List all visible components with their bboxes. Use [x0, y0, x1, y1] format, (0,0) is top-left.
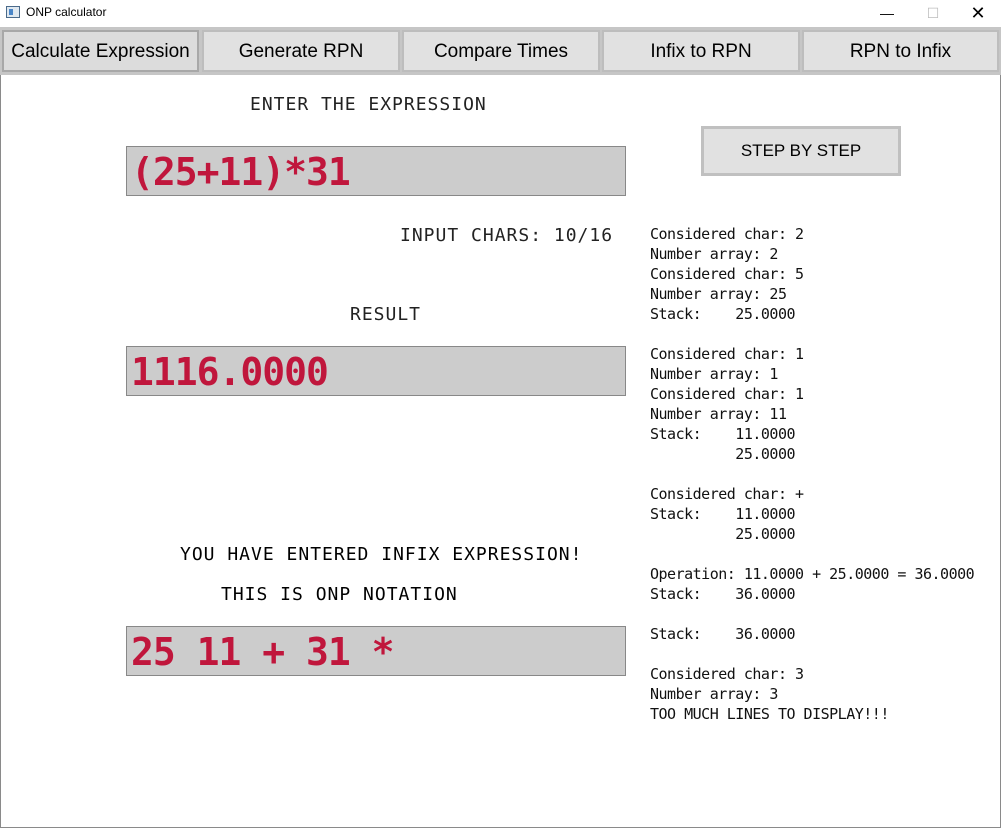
onp-display: 25 11 + 31 *	[126, 626, 626, 676]
log-line: Considered char: 1	[650, 385, 804, 403]
log-line: 25.0000	[650, 525, 796, 543]
log-line: Considered char: +	[650, 485, 804, 503]
log-line: Number array: 25	[650, 285, 787, 303]
tab-calculate-expression[interactable]: Calculate Expression	[2, 30, 199, 72]
expression-input[interactable]: (25+11)*31	[126, 146, 626, 196]
log-line: Stack: 11.0000	[650, 425, 796, 443]
title-bar[interactable]: ONP calculator — ☐ ✕	[0, 0, 1001, 27]
log-line: TOO MUCH LINES TO DISPLAY!!!	[650, 705, 889, 723]
tab-infix-to-rpn[interactable]: Infix to RPN	[602, 30, 800, 72]
log-line: Stack: 25.0000	[650, 305, 796, 323]
log-line: Considered char: 3	[650, 665, 804, 683]
log-line: Stack: 36.0000	[650, 585, 796, 603]
tab-generate-rpn[interactable]: Generate RPN	[202, 30, 400, 72]
log-line: Operation: 11.0000 + 25.0000 = 36.0000	[650, 565, 975, 583]
log-line: Number array: 11	[650, 405, 787, 423]
tab-compare-times[interactable]: Compare Times	[402, 30, 600, 72]
close-button[interactable]: ✕	[955, 0, 1001, 27]
input-chars-counter: INPUT CHARS: 10/16	[400, 225, 614, 246]
log-line: Number array: 1	[650, 365, 778, 383]
step-log: Considered char: 2 Number array: 2 Conside…	[650, 224, 995, 724]
minimize-button[interactable]: —	[864, 0, 910, 27]
log-line: Number array: 3	[650, 685, 778, 703]
app-icon	[6, 6, 20, 18]
log-line: Stack: 36.0000	[650, 625, 796, 643]
log-line: 25.0000	[650, 445, 796, 463]
log-line: Stack: 11.0000	[650, 505, 796, 523]
result-label: RESULT	[350, 304, 422, 325]
tab-bar: Calculate Expression Generate RPN Compar…	[0, 27, 1001, 75]
tab-rpn-to-infix[interactable]: RPN to Infix	[802, 30, 999, 72]
onp-notation-label: THIS IS ONP NOTATION	[221, 584, 458, 605]
maximize-button[interactable]: ☐	[910, 0, 956, 27]
log-line: Considered char: 2	[650, 225, 804, 243]
log-line: Considered char: 5	[650, 265, 804, 283]
step-by-step-button[interactable]: STEP BY STEP	[701, 126, 901, 176]
log-line: Number array: 2	[650, 245, 778, 263]
infix-message: YOU HAVE ENTERED INFIX EXPRESSION!	[180, 544, 583, 565]
log-line: Considered char: 1	[650, 345, 804, 363]
result-display: 1116.0000	[126, 346, 626, 396]
window-title: ONP calculator	[26, 5, 107, 19]
enter-expression-label: ENTER THE EXPRESSION	[250, 94, 487, 115]
